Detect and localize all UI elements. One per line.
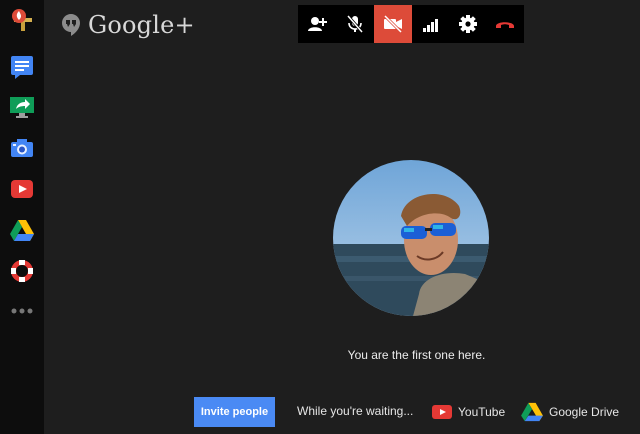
mute-mic-icon (346, 15, 364, 33)
bandwidth-button[interactable] (412, 5, 450, 43)
screenshare-app-icon (10, 97, 34, 118)
google-plus-logo[interactable]: Google+ (62, 10, 195, 40)
sidebar-item-drive[interactable] (0, 211, 44, 247)
app-sidebar (0, 0, 44, 434)
google-drive-icon (521, 402, 543, 422)
mute-mic-button[interactable] (336, 5, 374, 43)
google-drive-label: Google Drive (549, 405, 620, 419)
sidebar-item-docs[interactable] (0, 48, 44, 84)
drive-app-icon (10, 220, 34, 241)
user-avatar (333, 160, 489, 316)
status-text: You are the first one here. (347, 348, 486, 362)
youtube-icon (432, 405, 452, 419)
youtube-link[interactable]: YouTube (432, 400, 505, 424)
call-toolbar (298, 5, 524, 43)
sidebar-item-youtube[interactable] (0, 170, 44, 206)
invite-people-button[interactable]: Invite people (194, 397, 275, 427)
more-apps-icon (11, 308, 33, 314)
invite-person-icon (308, 17, 327, 31)
hangouts-app-icon (12, 9, 32, 31)
youtube-label: YouTube (458, 405, 506, 419)
camera-off-icon (383, 14, 403, 34)
sidebar-item-more[interactable] (0, 292, 44, 328)
google-drive-link[interactable]: Google Drive (521, 400, 619, 424)
help-app-icon (11, 260, 33, 282)
hang-up-button[interactable] (486, 5, 524, 43)
docs-app-icon (11, 56, 33, 79)
bandwidth-icon (423, 19, 438, 32)
waiting-label: While you're waiting... (297, 404, 414, 418)
youtube-app-icon (11, 180, 33, 198)
hang-up-icon (496, 22, 514, 28)
main-area: Google+ You are the first one here. Invi… (44, 0, 640, 434)
settings-icon (459, 15, 477, 33)
logo-text: Google+ (88, 11, 195, 39)
sidebar-item-capture[interactable] (0, 129, 44, 165)
capture-app-icon (11, 139, 33, 157)
invite-person-button[interactable] (298, 5, 336, 43)
settings-button[interactable] (449, 5, 487, 43)
avatar-photo (333, 160, 489, 316)
hangouts-logo-icon (62, 14, 80, 36)
sidebar-item-help[interactable] (0, 252, 44, 288)
sidebar-item-hangouts[interactable] (0, 0, 44, 36)
camera-off-button[interactable] (374, 5, 412, 43)
sidebar-item-screenshare[interactable] (0, 88, 44, 124)
